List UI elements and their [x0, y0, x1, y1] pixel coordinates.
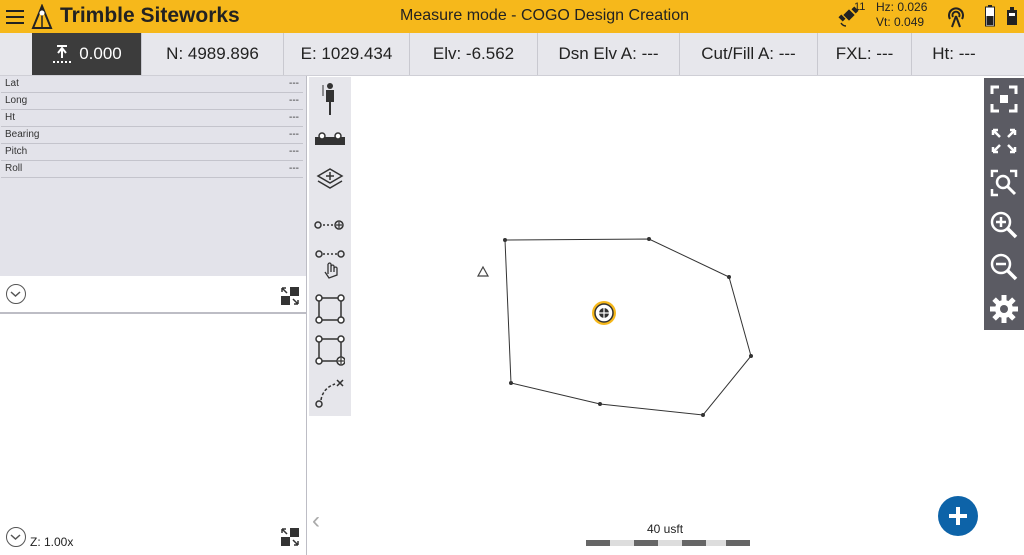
- toggle-view-icon[interactable]: [280, 286, 300, 306]
- pole-icon: [322, 83, 334, 115]
- zoom-in-icon: [990, 211, 1018, 239]
- pole-tool-button[interactable]: [309, 79, 351, 119]
- arc-icon: [315, 379, 344, 408]
- expand-view-button[interactable]: [6, 527, 26, 547]
- cut-fill-cell[interactable]: Cut/Fill A: ---: [680, 33, 818, 75]
- scale-bar: [586, 540, 750, 546]
- app-name: Trimble Siteworks: [60, 4, 240, 27]
- rectangle-tool-button[interactable]: [309, 289, 351, 329]
- design-polygon[interactable]: [504, 238, 752, 416]
- vt-precision: Vt: 0.049: [876, 15, 925, 29]
- mode-title: Measure mode - COGO Design Creation: [400, 7, 689, 24]
- level-icon: [315, 132, 345, 145]
- radio-signal-icon[interactable]: [944, 5, 968, 29]
- rectangle-add-icon: [315, 335, 345, 366]
- layers-tool-button[interactable]: [309, 159, 351, 199]
- chevron-down-icon: [10, 291, 21, 298]
- line-point-tool-button[interactable]: [309, 205, 351, 245]
- base-station-icon[interactable]: [476, 265, 490, 277]
- zoom-in-button[interactable]: [984, 204, 1024, 246]
- map-canvas[interactable]: [351, 76, 983, 555]
- line-point-icon: [314, 220, 344, 230]
- level-tool-button[interactable]: [309, 119, 351, 159]
- satellite-count: 11: [854, 1, 866, 13]
- zoom-extents-icon: [990, 85, 1018, 113]
- toggle-view-icon[interactable]: [280, 527, 300, 547]
- rectangle-icon: [315, 294, 345, 324]
- northing-cell[interactable]: N: 4989.896: [142, 33, 284, 75]
- zoom-level-label: Z: 1.00x: [30, 535, 74, 549]
- arc-tool-button[interactable]: [309, 373, 351, 413]
- status-row: 0.000 N: 4989.896 E: 1029.434 Elv: -6.56…: [0, 33, 1024, 76]
- design-elevation-value: Dsn Elv A: ---: [558, 44, 659, 63]
- info-row-bearing: Bearing ---: [1, 127, 303, 144]
- zoom-out-button[interactable]: [984, 246, 1024, 288]
- easting-cell[interactable]: E: 1029.434: [284, 33, 410, 75]
- expand-view-map-button[interactable]: [984, 120, 1024, 162]
- expand-icon: [991, 128, 1017, 154]
- zoom-out-icon: [990, 253, 1018, 281]
- collapse-panel-arrow-icon[interactable]: ‹: [312, 507, 320, 535]
- left-panel: Lat --- Long --- Ht --- Bearing --- Pitch ---…: [0, 76, 307, 555]
- antenna-height-cell[interactable]: 0.000: [32, 33, 142, 75]
- zoom-extents-button[interactable]: [984, 78, 1024, 120]
- antenna-height-icon: [53, 45, 72, 63]
- add-button[interactable]: [938, 496, 978, 536]
- top-bar: Trimble Siteworks Measure mode - COGO De…: [0, 0, 1024, 33]
- expand-info-button[interactable]: [6, 284, 26, 304]
- current-position-icon[interactable]: [592, 301, 616, 325]
- layers-icon: [316, 168, 344, 189]
- ht-cell[interactable]: Ht: ---: [912, 33, 996, 75]
- ht-value: Ht: ---: [932, 44, 976, 63]
- zoom-window-button[interactable]: [984, 162, 1024, 204]
- fxl-value: FXL: ---: [835, 44, 894, 63]
- controller-battery-icon[interactable]: [1006, 6, 1018, 26]
- select-points-icon: [315, 250, 345, 279]
- elevation-value: Elv: -6.562: [432, 44, 515, 63]
- info-row-ht: Ht ---: [1, 110, 303, 127]
- battery-icon[interactable]: [985, 5, 995, 27]
- antenna-height-value: 0.000: [79, 44, 122, 63]
- rectangle-add-tool-button[interactable]: [309, 331, 351, 371]
- easting-value: E: 1029.434: [300, 44, 393, 63]
- scale-label: 40 usft: [647, 522, 684, 536]
- info-row-roll: Roll ---: [1, 161, 303, 178]
- trimble-logo-icon: [31, 4, 53, 29]
- plus-icon: [949, 507, 967, 525]
- northing-value: N: 4989.896: [166, 44, 259, 63]
- chevron-down-icon: [10, 534, 21, 541]
- elevation-cell[interactable]: Elv: -6.562: [410, 33, 538, 75]
- info-row-long: Long ---: [1, 93, 303, 110]
- tool-strip: [309, 77, 351, 416]
- map-settings-button[interactable]: [984, 288, 1024, 330]
- zoom-window-icon: [990, 169, 1018, 197]
- settings-icon: [990, 295, 1018, 323]
- select-points-tool-button[interactable]: [309, 245, 351, 285]
- position-info-area: Lat --- Long --- Ht --- Bearing --- Pitch ---…: [0, 76, 306, 276]
- fxl-cell[interactable]: FXL: ---: [818, 33, 912, 75]
- panel-divider: [0, 312, 306, 314]
- hz-precision: Hz: 0.026: [876, 0, 928, 14]
- hamburger-menu-icon[interactable]: [5, 6, 25, 26]
- info-row-lat: Lat ---: [1, 76, 303, 93]
- info-row-pitch: Pitch ---: [1, 144, 303, 161]
- map-tools-strip: [984, 78, 1024, 330]
- design-elevation-cell[interactable]: Dsn Elv A: ---: [538, 33, 680, 75]
- cut-fill-value: Cut/Fill A: ---: [701, 44, 796, 63]
